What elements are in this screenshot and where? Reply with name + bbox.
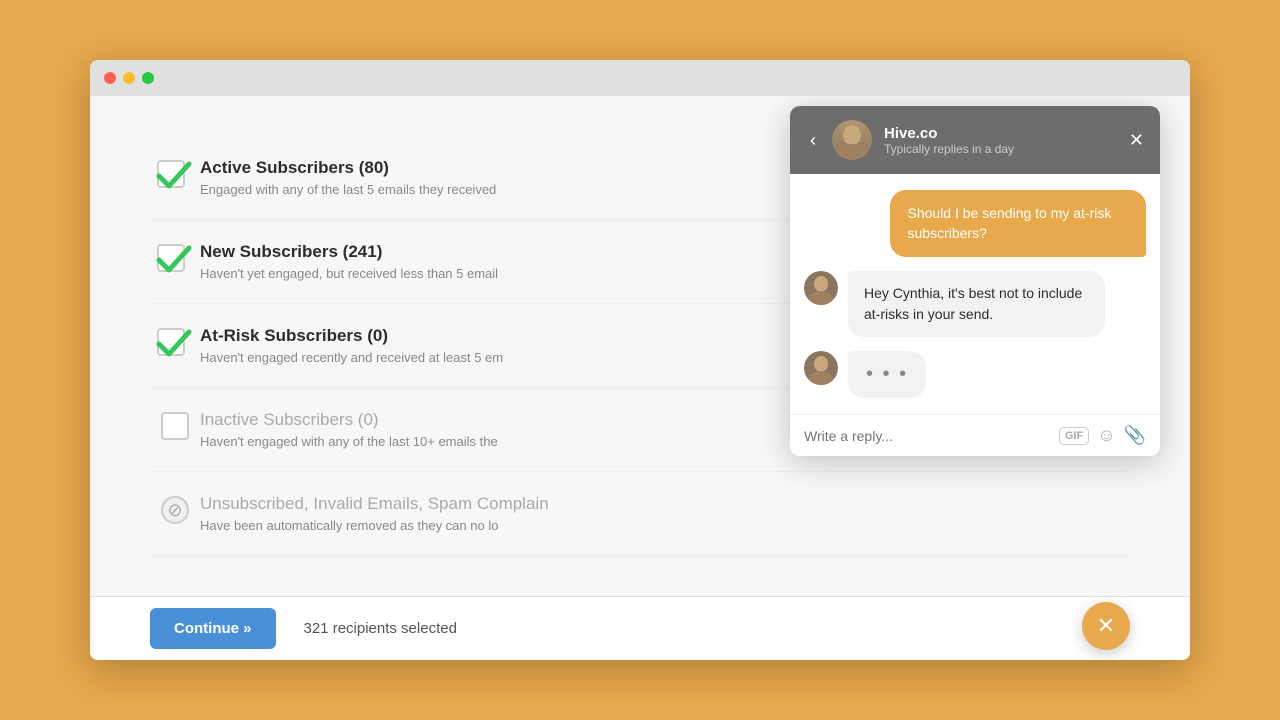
chat-header: ‹ Hive.co Typically replies in a day: [790, 106, 1160, 174]
browser-window: Active Subscribers (80) Engaged with any…: [90, 60, 1190, 660]
incoming-bubble: Hey Cynthia, it's best not to include at…: [848, 271, 1105, 337]
disabled-icon: ⊘: [161, 496, 189, 524]
checkbox-new[interactable]: [150, 244, 200, 280]
checkbox-at-risk[interactable]: [150, 328, 200, 364]
chat-company-name: Hive.co: [884, 125, 1117, 142]
chat-status-text: Typically replies in a day: [884, 142, 1117, 156]
typing-indicator: • • •: [848, 351, 926, 398]
subscriber-desc: Have been automatically removed as they …: [200, 518, 1130, 533]
list-item: ⊘ Unsubscribed, Invalid Emails, Spam Com…: [150, 472, 1130, 556]
subscriber-name: Unsubscribed, Invalid Emails, Spam Compl…: [200, 494, 1130, 514]
checkbox-active[interactable]: [150, 160, 200, 196]
checkbox-inactive[interactable]: [150, 412, 200, 440]
message-typing: • • •: [804, 351, 1146, 398]
outgoing-bubble: Should I be sending to my at-risk subscr…: [890, 190, 1147, 257]
chat-reply-input[interactable]: [804, 428, 1049, 444]
message-incoming: Hey Cynthia, it's best not to include at…: [804, 271, 1146, 337]
continue-button[interactable]: Continue »: [150, 608, 276, 649]
chat-body: Should I be sending to my at-risk subscr…: [790, 174, 1160, 414]
main-area: Active Subscribers (80) Engaged with any…: [90, 96, 1190, 596]
browser-titlebar: [90, 60, 1190, 96]
floating-action-button[interactable]: ✕: [1082, 602, 1130, 650]
chat-input-area: GIF ☺ 📎: [790, 414, 1160, 456]
subscriber-info-unsubscribed: Unsubscribed, Invalid Emails, Spam Compl…: [200, 494, 1130, 533]
agent-avatar: [804, 271, 838, 305]
emoji-button[interactable]: ☺: [1097, 425, 1115, 446]
traffic-light-green[interactable]: [142, 72, 154, 84]
footer-bar: Continue » 321 recipients selected ✕: [90, 596, 1190, 660]
chat-info: Hive.co Typically replies in a day: [884, 125, 1117, 156]
message-outgoing: Should I be sending to my at-risk subscr…: [804, 190, 1146, 257]
browser-content: Active Subscribers (80) Engaged with any…: [90, 96, 1190, 660]
attach-button[interactable]: 📎: [1124, 425, 1146, 446]
chat-overlay: ‹ Hive.co Typically replies in a day: [790, 106, 1160, 456]
chat-input-icons: GIF ☺ 📎: [1059, 425, 1146, 446]
checkbox-unsubscribed: ⊘: [150, 496, 200, 524]
chat-close-button[interactable]: ✕: [1129, 130, 1144, 151]
chat-back-button[interactable]: ‹: [806, 130, 820, 151]
agent-avatar-typing: [804, 351, 838, 385]
chat-avatar: [832, 120, 872, 160]
traffic-light-red[interactable]: [104, 72, 116, 84]
gif-button[interactable]: GIF: [1059, 427, 1089, 445]
traffic-light-yellow[interactable]: [123, 72, 135, 84]
recipients-count: 321 recipients selected: [304, 620, 457, 637]
